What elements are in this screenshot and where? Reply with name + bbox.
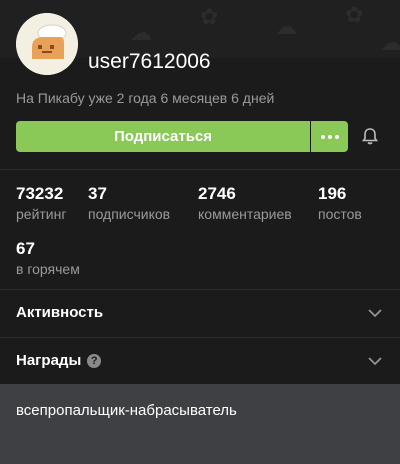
stat-value: 73232: [16, 184, 64, 203]
chevron-down-icon: [368, 309, 382, 318]
stat-value: 67: [16, 239, 35, 258]
stat-hot[interactable]: 67 в горячем: [16, 239, 80, 277]
member-since-text: На Пикабу уже 2 года 6 месяцев 6 дней: [16, 90, 275, 106]
section-awards[interactable]: Награды ?: [0, 337, 400, 383]
more-options-button[interactable]: [311, 121, 348, 152]
pattern-icon: ☁: [380, 30, 400, 55]
subscribe-button[interactable]: Подписаться: [16, 121, 310, 152]
chevron-down-icon: [368, 357, 382, 366]
dot-icon: [327, 134, 332, 139]
bell-icon[interactable]: [360, 126, 380, 146]
pattern-icon: ☁: [275, 14, 297, 39]
username: user7612006: [88, 50, 211, 73]
divider: [0, 169, 400, 170]
stat-subscribers[interactable]: 37 подписчиков: [88, 184, 170, 222]
awards-panel: всепропальщик-набрасыватель: [0, 384, 400, 464]
avatar-cookie-icon: [16, 13, 78, 75]
stat-label: комментариев: [198, 206, 292, 222]
pattern-icon: ✿: [345, 2, 364, 27]
dot-icon: [320, 134, 325, 139]
dot-icon: [334, 134, 339, 139]
stat-rating: 73232 рейтинг: [16, 184, 66, 222]
help-icon[interactable]: ?: [87, 353, 102, 368]
section-title: Награды: [16, 352, 82, 369]
stat-label: подписчиков: [88, 206, 171, 222]
stat-posts[interactable]: 196 постов: [318, 184, 362, 222]
section-title: Активность: [16, 304, 104, 321]
stat-comments[interactable]: 2746 комментариев: [198, 184, 292, 222]
avatar[interactable]: [16, 13, 78, 75]
stat-label: постов: [318, 206, 362, 222]
stat-value: 2746: [198, 184, 236, 203]
stat-value: 196: [318, 184, 347, 203]
pattern-icon: ☁: [130, 20, 152, 45]
stat-label: рейтинг: [16, 206, 67, 222]
stat-value: 37: [88, 184, 107, 203]
pattern-icon: ✿: [200, 4, 219, 29]
award-item[interactable]: всепропальщик-набрасыватель: [16, 402, 237, 419]
stat-label: в горячем: [16, 261, 80, 277]
section-activity[interactable]: Активность: [0, 289, 400, 335]
